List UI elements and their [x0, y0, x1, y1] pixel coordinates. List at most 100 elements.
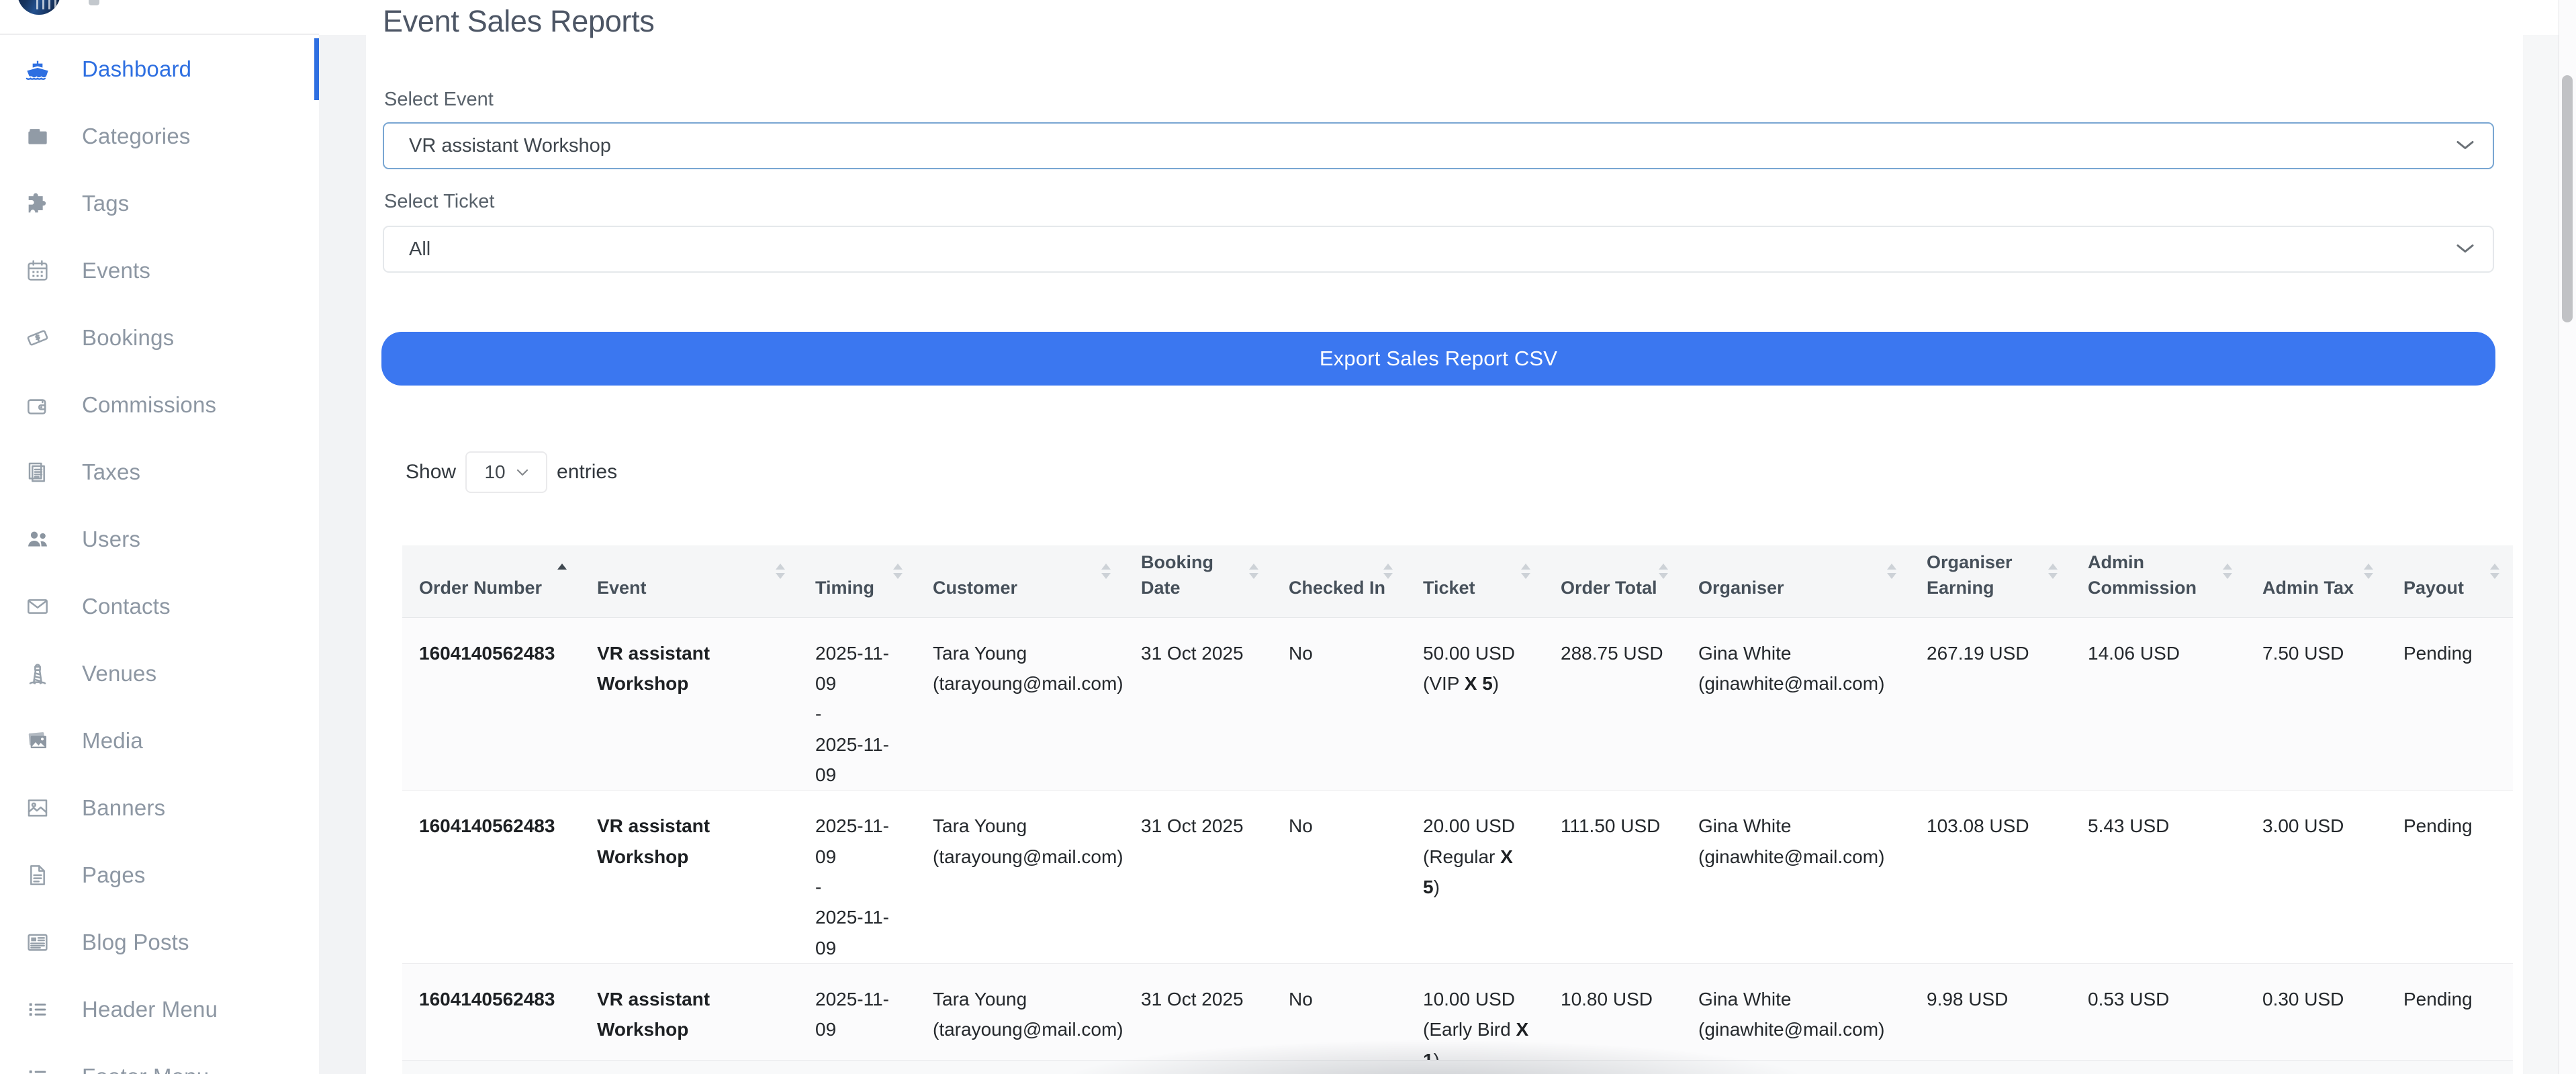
- column-header-order-total[interactable]: Order Total: [1544, 545, 1682, 617]
- sidebar-item-label: Media: [82, 728, 143, 754]
- column-header-booking-date[interactable]: Booking Date: [1124, 545, 1272, 617]
- sidebar-item-label: Banners: [82, 795, 165, 821]
- sidebar-item-label: Categories: [82, 124, 191, 149]
- cell-payout: Pending: [2387, 617, 2513, 791]
- newspaper-icon: [24, 929, 51, 956]
- cell-event: VR assistant Workshop: [580, 617, 798, 791]
- sidebar-item-media[interactable]: Media: [0, 707, 319, 774]
- sort-icon: [893, 564, 903, 579]
- sidebar-item-categories[interactable]: Categories: [0, 103, 319, 170]
- entries-label: entries: [557, 461, 617, 484]
- column-header-event[interactable]: Event: [580, 545, 798, 617]
- cell-organiser-earning: 9.98 USD: [1910, 964, 2071, 1074]
- column-header-checked-in[interactable]: Checked In: [1272, 545, 1406, 617]
- sort-icon: [1887, 564, 1896, 579]
- vertical-scrollbar[interactable]: [2559, 0, 2576, 1074]
- sidebar-item-events[interactable]: Events: [0, 237, 319, 304]
- sidebar-item-label: Header Menu: [82, 997, 218, 1022]
- sidebar-item-venues[interactable]: Venues: [0, 640, 319, 707]
- list-icon: [24, 996, 51, 1023]
- sidebar-item-contacts[interactable]: Contacts: [0, 573, 319, 640]
- sidebar-item-dashboard[interactable]: Dashboard: [0, 36, 319, 103]
- sidebar-item-footer-menu[interactable]: Footer Menu: [0, 1043, 319, 1074]
- column-header-admin-tax[interactable]: Admin Tax: [2246, 545, 2387, 617]
- sidebar-item-header-menu[interactable]: Header Menu: [0, 976, 319, 1043]
- cell-event: VR assistant Workshop: [580, 964, 798, 1074]
- sort-icon: [1521, 564, 1530, 579]
- column-header-customer[interactable]: Customer: [916, 545, 1124, 617]
- cell-timing: 2025-11-09-2025-11-09: [798, 791, 916, 964]
- cell-checked-in: No: [1272, 791, 1406, 964]
- cell-order-total: 10.80 USD: [1544, 964, 1682, 1074]
- sidebar-item-taxes[interactable]: Taxes: [0, 439, 319, 506]
- event-select[interactable]: VR assistant Workshop: [383, 122, 2494, 169]
- table-row: 1604140562483 VR assistant Workshop 2025…: [402, 791, 2513, 964]
- sidebar-item-commissions[interactable]: Commissions: [0, 371, 319, 439]
- column-header-organiser[interactable]: Organiser: [1682, 545, 1910, 617]
- sort-icon: [1101, 564, 1111, 579]
- cell-payout: Pending: [2387, 964, 2513, 1074]
- cell-event: VR assistant Workshop: [580, 791, 798, 964]
- cell-payout: Pending: [2387, 791, 2513, 964]
- sidebar-header: [0, 0, 319, 35]
- ticket-select[interactable]: All: [383, 226, 2494, 273]
- sort-icon: [1249, 564, 1258, 579]
- column-header-payout[interactable]: Payout: [2387, 545, 2513, 617]
- column-header-admin-commission[interactable]: Admin Commission: [2071, 545, 2246, 617]
- page-length-select[interactable]: 10: [465, 451, 547, 493]
- sidebar-item-users[interactable]: Users: [0, 506, 319, 573]
- sidebar-item-label: Commissions: [82, 392, 216, 418]
- page-icon: [24, 862, 51, 889]
- sidebar: Dashboard Categories Tags: [0, 0, 319, 1074]
- select-event-label: Select Event: [384, 89, 494, 111]
- scrollbar-thumb[interactable]: [2562, 75, 2573, 322]
- column-header-ticket[interactable]: Ticket: [1406, 545, 1544, 617]
- ship-icon: [24, 56, 51, 83]
- cell-admin-tax: 0.30 USD: [2246, 964, 2387, 1074]
- cell-order-total: 288.75 USD: [1544, 617, 1682, 791]
- cell-customer: Tara Young(tarayoung@mail.com): [916, 791, 1124, 964]
- cell-organiser: Gina White(ginawhite@mail.com): [1682, 964, 1910, 1074]
- cell-order-total: 111.50 USD: [1544, 791, 1682, 964]
- next-row-strip: [402, 1060, 2513, 1074]
- sort-icon: [1383, 564, 1393, 579]
- sort-icon: [2490, 564, 2499, 579]
- sort-asc-icon: [557, 564, 567, 570]
- ticket-select-value: All: [409, 238, 430, 261]
- cell-admin-commission: 14.06 USD: [2071, 617, 2246, 791]
- cell-timing: 2025-11-09-2025-11-09: [798, 617, 916, 791]
- sidebar-item-bookings[interactable]: Bookings: [0, 304, 319, 371]
- cell-ticket: 20.00 USD(Regular X 5): [1406, 791, 1544, 964]
- sidebar-item-pages[interactable]: Pages: [0, 842, 319, 909]
- chevron-down-icon: [2455, 238, 2475, 261]
- sidebar-item-blog-posts[interactable]: Blog Posts: [0, 909, 319, 976]
- sidebar-item-tags[interactable]: Tags: [0, 170, 319, 237]
- sort-icon: [2364, 564, 2373, 579]
- column-header-organiser-earning[interactable]: Organiser Earning: [1910, 545, 2071, 617]
- sidebar-item-label: Footer Menu: [82, 1064, 209, 1074]
- column-header-timing[interactable]: Timing: [798, 545, 916, 617]
- event-sales-reports-page: Dashboard Categories Tags: [0, 0, 2576, 1074]
- avatar[interactable]: [17, 0, 60, 15]
- cell-admin-commission: 5.43 USD: [2071, 791, 2246, 964]
- sidebar-item-label: Blog Posts: [82, 930, 189, 955]
- cell-timing: 2025-11-09-2025-11-09: [798, 964, 916, 1074]
- sidebar-item-label: Contacts: [82, 594, 171, 619]
- column-header-order-number[interactable]: Order Number: [402, 545, 580, 617]
- sort-icon: [2223, 564, 2232, 579]
- sidebar-toggle-icon[interactable]: [89, 0, 99, 5]
- wallet-icon: [24, 392, 51, 418]
- page-title: Event Sales Reports: [383, 4, 655, 39]
- sidebar-item-banners[interactable]: Banners: [0, 774, 319, 842]
- sidebar-item-label: Tags: [82, 191, 130, 216]
- sidebar-item-label: Taxes: [82, 459, 140, 485]
- table-header-row: Order Number Event Timing Customer Booki…: [402, 545, 2513, 617]
- cell-ticket: 50.00 USD(VIP X 5): [1406, 617, 1544, 791]
- chevron-down-icon: [2455, 135, 2475, 157]
- sidebar-item-label: Bookings: [82, 325, 174, 351]
- cell-order-number: 1604140562483: [402, 791, 580, 964]
- cell-customer: Tara Young(tarayoung@mail.com): [916, 964, 1124, 1074]
- sort-icon: [2048, 564, 2058, 579]
- sort-icon: [1659, 564, 1668, 579]
- export-sales-report-csv-button[interactable]: Export Sales Report CSV: [381, 332, 2495, 386]
